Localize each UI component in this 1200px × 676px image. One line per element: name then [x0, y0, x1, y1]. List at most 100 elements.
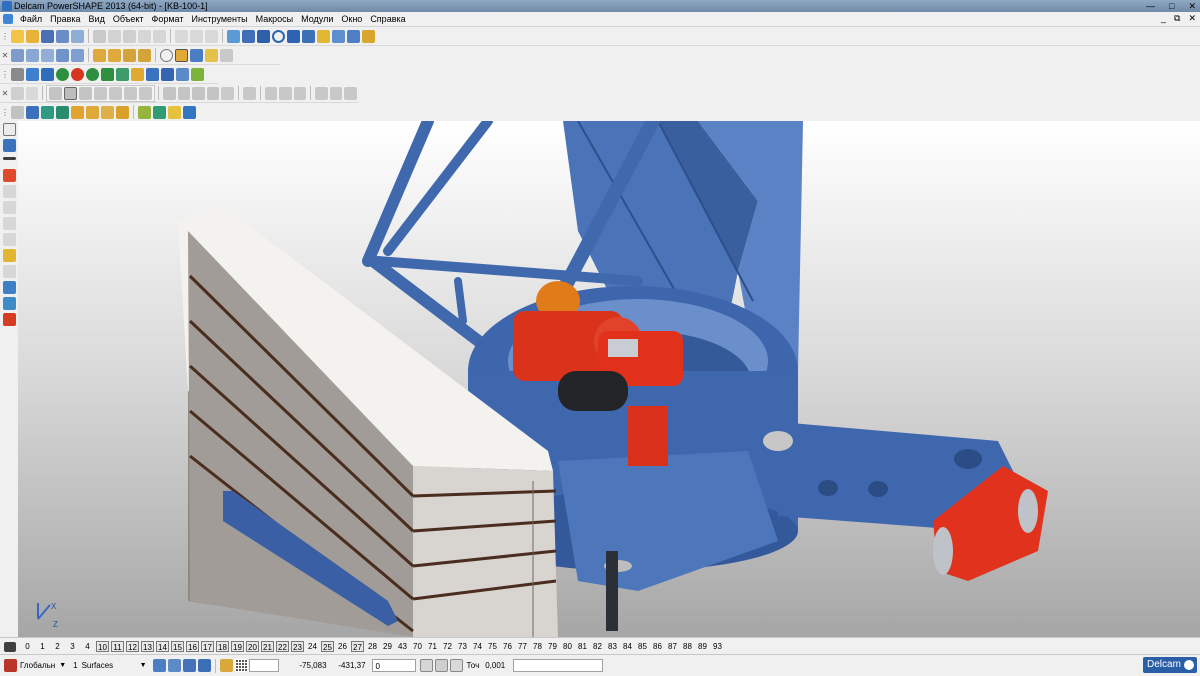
shaded-edges-icon[interactable] — [190, 48, 203, 62]
chevron-down-icon[interactable]: ▼ — [138, 662, 149, 669]
zoom-box-icon[interactable] — [138, 48, 151, 62]
level-item[interactable]: 3 — [66, 641, 79, 652]
copy-icon[interactable] — [108, 29, 121, 43]
select-icon[interactable] — [41, 67, 54, 81]
level-item[interactable]: 27 — [351, 641, 364, 652]
mesh-icon[interactable] — [347, 29, 360, 43]
hole-icon[interactable] — [168, 105, 181, 119]
doc-minimize-icon[interactable]: _ — [1161, 13, 1166, 24]
level-item[interactable]: 71 — [426, 641, 439, 652]
level-item[interactable]: 11 — [111, 641, 124, 652]
offset-icon[interactable] — [192, 86, 205, 100]
select-window-icon[interactable] — [3, 139, 16, 152]
wireframe-icon[interactable] — [160, 48, 173, 62]
solid-add-icon[interactable] — [101, 105, 114, 119]
patch-icon[interactable] — [279, 86, 292, 100]
solid-icon[interactable] — [332, 29, 345, 43]
assembly-icon[interactable] — [176, 67, 189, 81]
document-props-icon[interactable] — [26, 67, 39, 81]
revolve-icon[interactable] — [242, 86, 256, 100]
levels-icon[interactable] — [4, 641, 16, 652]
x-coordinate[interactable]: -75,083 — [282, 659, 330, 672]
level-item[interactable]: 16 — [186, 641, 199, 652]
menu-object[interactable]: Объект — [109, 12, 148, 26]
level-item[interactable]: 84 — [621, 641, 634, 652]
sphere-red-icon[interactable] — [71, 67, 84, 81]
level-item[interactable]: 22 — [276, 641, 289, 652]
doc-close-icon[interactable]: ✕ — [1188, 13, 1196, 24]
swept-icon[interactable] — [221, 86, 234, 100]
menu-window[interactable]: Окно — [337, 12, 366, 26]
level-item[interactable]: 83 — [606, 641, 619, 652]
level-item[interactable]: 89 — [696, 641, 709, 652]
solid-block-icon[interactable] — [71, 105, 84, 119]
menu-tools[interactable]: Инструменты — [187, 12, 251, 26]
level-item[interactable]: 15 — [171, 641, 184, 652]
level-item[interactable]: 88 — [681, 641, 694, 652]
warning-icon[interactable] — [3, 169, 16, 182]
shell-icon[interactable] — [183, 105, 196, 119]
calculator-status-icon[interactable] — [419, 659, 433, 672]
level-item[interactable]: 70 — [411, 641, 424, 652]
edit-surface-icon[interactable] — [315, 86, 328, 100]
box-icon[interactable] — [131, 67, 144, 81]
extrude-icon[interactable] — [25, 86, 39, 100]
solid-tree-icon[interactable] — [116, 105, 129, 119]
boolean-icon[interactable] — [41, 105, 54, 119]
wizard-icon[interactable] — [362, 29, 375, 43]
level-item[interactable]: 28 — [366, 641, 379, 652]
chevron-down-icon[interactable]: ▼ — [57, 662, 68, 669]
menu-edit[interactable]: Правка — [46, 12, 84, 26]
torus-icon[interactable] — [124, 86, 138, 100]
new-file-icon[interactable] — [11, 29, 24, 43]
xyz-icon[interactable] — [26, 105, 39, 119]
minimize-icon[interactable]: — — [1146, 0, 1155, 12]
workplane-status-icon[interactable] — [4, 659, 17, 672]
level-item[interactable]: 26 — [336, 641, 349, 652]
level-item[interactable]: 23 — [291, 641, 304, 652]
view-top-icon[interactable] — [11, 48, 24, 62]
scale-icon[interactable] — [3, 281, 16, 294]
sphere-green-icon[interactable] — [56, 67, 69, 81]
plane-icon[interactable] — [49, 86, 63, 100]
calculator-icon[interactable] — [11, 67, 24, 81]
sphere-icon[interactable] — [86, 67, 99, 81]
view-iso-icon[interactable] — [56, 48, 69, 62]
menu-modules[interactable]: Модули — [297, 12, 337, 26]
units-icon[interactable] — [449, 659, 463, 672]
limit-icon[interactable] — [3, 313, 16, 326]
layer-status-icon[interactable] — [197, 659, 211, 672]
rotate-icon[interactable] — [3, 233, 16, 246]
level-item[interactable]: 1 — [36, 641, 49, 652]
maximize-icon[interactable]: □ — [1169, 0, 1174, 12]
select-arrow-icon[interactable] — [3, 123, 16, 136]
text-icon[interactable] — [302, 29, 315, 43]
fillet-icon[interactable] — [163, 86, 176, 100]
level-item[interactable]: 87 — [666, 641, 679, 652]
level-item[interactable]: 77 — [516, 641, 529, 652]
surface-status-icon[interactable] — [152, 659, 166, 672]
line-icon[interactable] — [242, 29, 255, 43]
level-select[interactable]: 1 Surfaces ▼ — [71, 659, 148, 672]
play-icon[interactable] — [101, 67, 114, 81]
level-item[interactable]: 72 — [441, 641, 454, 652]
level-item[interactable]: 18 — [216, 641, 229, 652]
zoom-out-icon[interactable] — [108, 48, 121, 62]
offset-left-icon[interactable] — [3, 297, 16, 310]
level-item[interactable]: 76 — [501, 641, 514, 652]
select-all-icon[interactable] — [153, 29, 166, 43]
level-item[interactable]: 43 — [396, 641, 409, 652]
cut-icon[interactable] — [93, 29, 106, 43]
document-icon[interactable] — [3, 14, 13, 24]
menu-file[interactable]: Файл — [16, 12, 46, 26]
view-front-icon[interactable] — [26, 48, 39, 62]
solid-feature-icon[interactable] — [56, 105, 69, 119]
menu-help[interactable]: Справка — [366, 12, 409, 26]
mesh-status-icon[interactable] — [182, 659, 196, 672]
cylinder-icon[interactable] — [94, 86, 108, 100]
undo-icon[interactable] — [175, 29, 188, 43]
level-item[interactable]: 80 — [561, 641, 574, 652]
command-field[interactable] — [513, 659, 604, 672]
mirror-icon[interactable] — [153, 105, 166, 119]
save-icon[interactable] — [41, 29, 54, 43]
